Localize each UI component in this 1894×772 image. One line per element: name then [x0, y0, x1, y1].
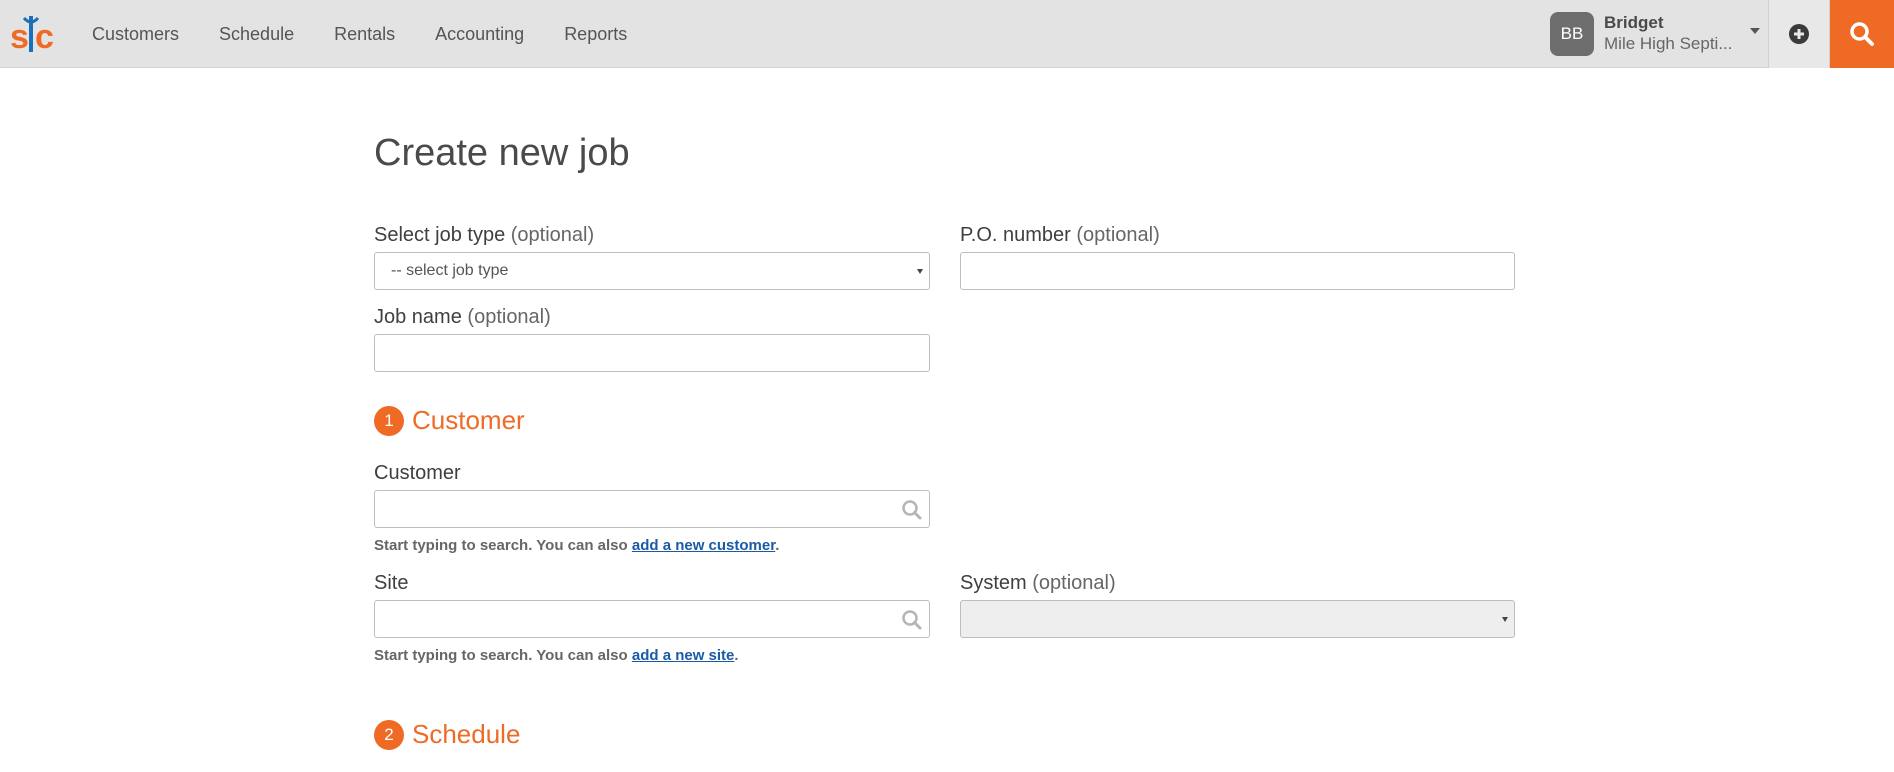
job-type-label: Select job type (optional): [374, 224, 594, 247]
main-nav: Customers Schedule Rentals Accounting Re…: [76, 0, 667, 68]
job-name-label-text: Job name: [374, 306, 462, 328]
system-label-text: System: [960, 572, 1027, 594]
nav-schedule[interactable]: Schedule: [219, 24, 294, 45]
site-search-input[interactable]: [375, 601, 929, 637]
svg-text:c: c: [35, 18, 54, 56]
global-search-button[interactable]: [1830, 0, 1894, 68]
customer-search-field[interactable]: [374, 490, 930, 528]
caret-down-icon[interactable]: [1750, 28, 1760, 34]
job-name-input[interactable]: [375, 335, 929, 371]
nav-accounting[interactable]: Accounting: [435, 24, 524, 45]
job-name-label: Job name (optional): [374, 306, 551, 329]
top-navbar: s c Customers Schedule Rentals Accountin…: [0, 0, 1894, 68]
add-button[interactable]: [1768, 0, 1830, 68]
system-optional: (optional): [1032, 572, 1116, 594]
svg-text:s: s: [10, 18, 29, 56]
customer-search-input[interactable]: [375, 491, 929, 527]
page-title: Create new job: [374, 132, 630, 174]
job-type-label-text: Select job type: [374, 224, 506, 246]
job-name-field[interactable]: [374, 334, 930, 372]
site-help-suffix: .: [734, 647, 739, 664]
nav-reports[interactable]: Reports: [564, 24, 627, 45]
job-name-optional: (optional): [467, 306, 551, 328]
section-number-badge: 2: [374, 719, 404, 750]
user-name: Bridget: [1604, 13, 1664, 32]
user-company: Mile High Septi...: [1604, 34, 1733, 53]
search-icon: [902, 610, 922, 630]
job-type-selected: -- select job type: [391, 262, 509, 279]
avatar: BB: [1550, 12, 1594, 56]
customer-label: Customer: [374, 462, 461, 485]
customer-label-text: Customer: [374, 462, 461, 484]
system-label: System (optional): [960, 572, 1116, 595]
section-number-badge: 1: [374, 405, 404, 436]
job-type-optional: (optional): [510, 224, 595, 246]
site-help-prefix: Start typing to search. You can also: [374, 647, 628, 664]
user-text: Bridget Mile High Septi...: [1604, 13, 1744, 55]
po-number-label-text: P.O. number: [960, 224, 1071, 246]
po-number-label: P.O. number (optional): [960, 224, 1160, 247]
search-icon: [1850, 22, 1874, 46]
po-number-field[interactable]: [960, 252, 1515, 290]
user-menu[interactable]: BB Bridget Mile High Septi...: [1550, 12, 1760, 56]
add-new-site-link[interactable]: add a new site: [632, 647, 735, 664]
nav-customers[interactable]: Customers: [92, 24, 179, 45]
add-new-customer-link[interactable]: add a new customer: [632, 537, 775, 554]
plus-circle-icon: [1789, 24, 1809, 44]
section-title: Customer: [412, 405, 525, 435]
section-customer: 1 Customer: [374, 405, 525, 436]
section-title: Schedule: [412, 719, 521, 749]
sic-logo[interactable]: s c: [10, 12, 58, 56]
site-label: Site: [374, 572, 408, 595]
customer-help-suffix: .: [775, 537, 780, 554]
caret-down-icon: [917, 269, 923, 274]
job-type-select[interactable]: -- select job type: [374, 252, 930, 290]
nav-rentals[interactable]: Rentals: [334, 24, 395, 45]
search-icon: [902, 500, 922, 520]
po-number-input[interactable]: [961, 253, 1514, 289]
customer-help-prefix: Start typing to search. You can also: [374, 537, 628, 554]
caret-down-icon: [1502, 617, 1508, 622]
site-help-text: Start typing to search. You can also add…: [374, 647, 739, 664]
site-search-field[interactable]: [374, 600, 930, 638]
po-number-optional: (optional): [1076, 224, 1160, 246]
system-select[interactable]: [960, 600, 1515, 638]
site-label-text: Site: [374, 572, 409, 594]
customer-help-text: Start typing to search. You can also add…: [374, 537, 779, 554]
section-schedule: 2 Schedule: [374, 719, 520, 750]
